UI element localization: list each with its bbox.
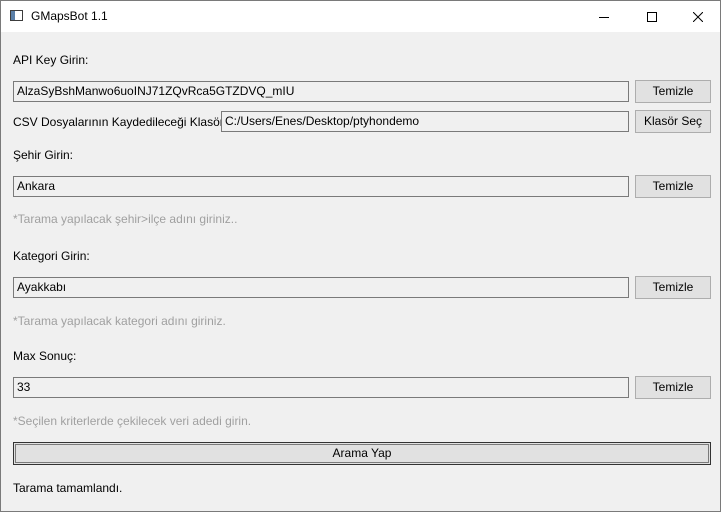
csv-folder-label: CSV Dosyalarının Kaydedileceği Klasör: <box>13 115 228 129</box>
max-results-label: Max Sonuç: <box>13 349 77 363</box>
city-input[interactable]: Ankara <box>13 176 629 197</box>
app-window: GMapsBot 1.1 API Key Girin: AlzaSyBshMan… <box>0 0 721 512</box>
close-button[interactable] <box>675 1 720 32</box>
status-text: Tarama tamamlandı. <box>13 481 123 495</box>
category-label: Kategori Girin: <box>13 249 90 263</box>
close-icon <box>693 11 703 22</box>
max-results-input[interactable]: 33 <box>13 377 629 398</box>
search-button[interactable]: Arama Yap <box>13 442 711 465</box>
title-bar[interactable]: GMapsBot 1.1 <box>1 1 720 32</box>
minimize-icon <box>599 16 609 18</box>
api-key-input[interactable]: AlzaSyBshManwo6uoINJ71ZQvRca5GTZDVQ_mIU <box>13 81 629 102</box>
maximize-icon <box>647 11 657 22</box>
maximize-button[interactable] <box>629 1 675 32</box>
max-results-clear-button[interactable]: Temizle <box>635 376 711 399</box>
window-title: GMapsBot 1.1 <box>31 9 108 23</box>
city-label: Şehir Girin: <box>13 148 74 162</box>
choose-folder-button[interactable]: Klasör Seç <box>635 110 711 133</box>
csv-folder-input[interactable]: C:/Users/Enes/Desktop/ptyhondemo <box>221 111 629 132</box>
category-input[interactable]: Ayakkabı <box>13 277 629 298</box>
app-window-icon <box>10 10 23 21</box>
minimize-button[interactable] <box>581 1 627 32</box>
api-key-label: API Key Girin: <box>13 53 89 67</box>
category-clear-button[interactable]: Temizle <box>635 276 711 299</box>
city-clear-button[interactable]: Temizle <box>635 175 711 198</box>
max-results-hint: *Seçilen kriterlerde çekilecek veri aded… <box>13 414 252 428</box>
city-hint: *Tarama yapılacak şehir>ilçe adını girin… <box>13 212 238 226</box>
category-hint: *Tarama yapılacak kategori adını giriniz… <box>13 314 226 328</box>
api-key-clear-button[interactable]: Temizle <box>635 80 711 103</box>
